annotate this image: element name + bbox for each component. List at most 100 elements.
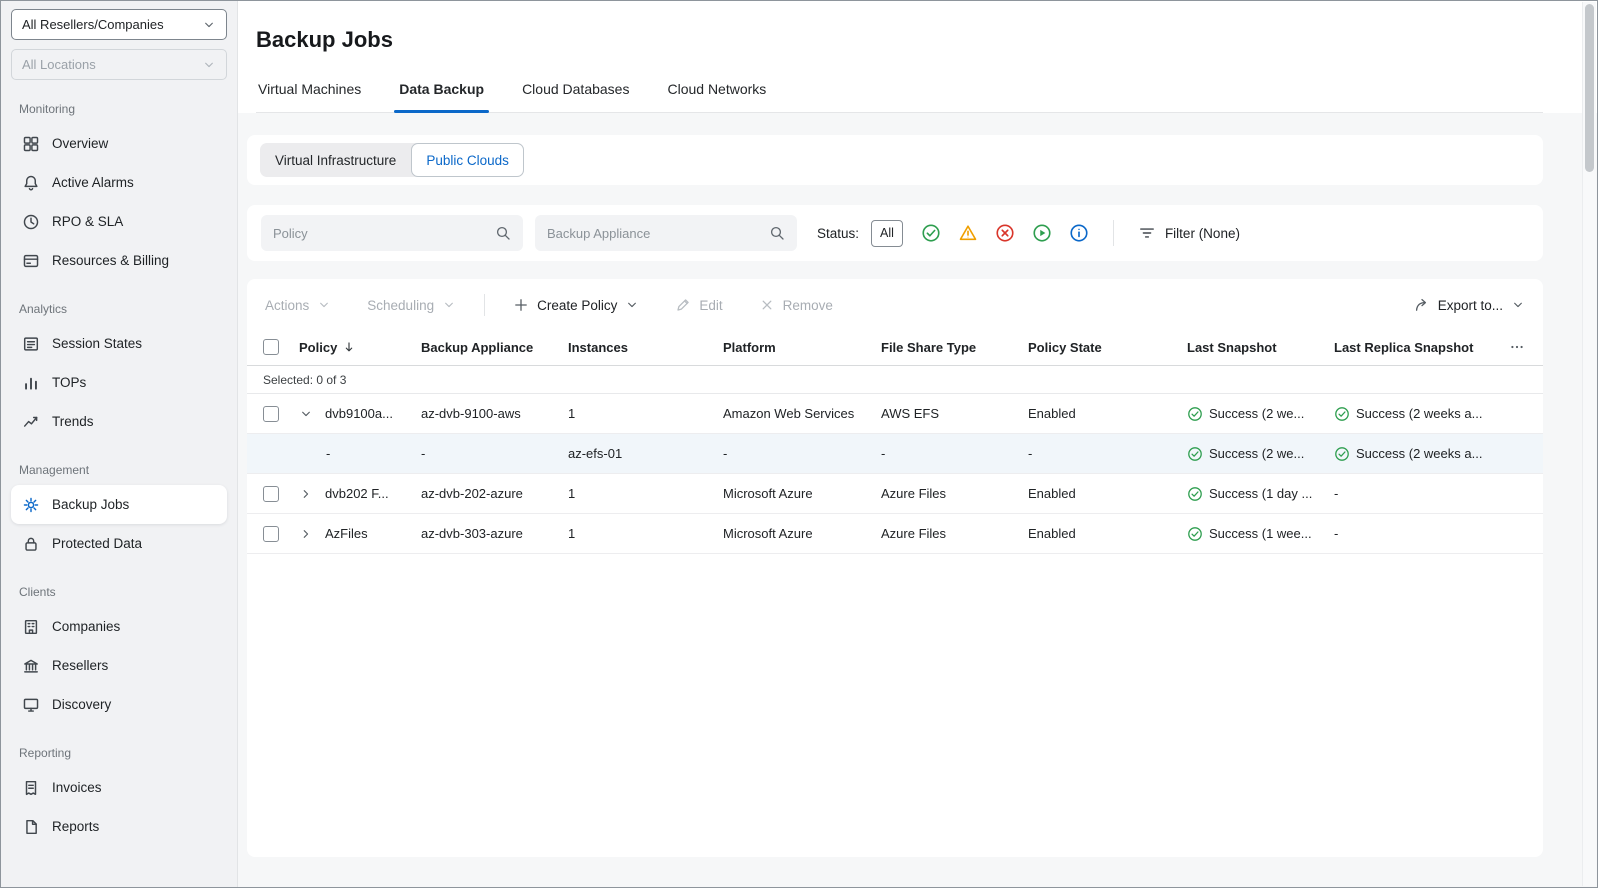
instances-cell: 1	[568, 486, 723, 501]
sidebar-item-label: Active Alarms	[52, 175, 134, 190]
column-header-backup-appliance[interactable]: Backup Appliance	[421, 340, 568, 355]
column-header-policy-state[interactable]: Policy State	[1028, 340, 1187, 355]
status-warning-filter-button[interactable]	[958, 223, 978, 243]
sidebar-item-label: Companies	[52, 619, 120, 634]
vertical-scrollbar[interactable]	[1582, 2, 1596, 886]
sidebar-item-overview[interactable]: Overview	[11, 124, 227, 163]
status-running-filter-button[interactable]	[1032, 223, 1052, 243]
backup-appliance-search	[535, 215, 797, 251]
scrollbar-thumb[interactable]	[1585, 4, 1594, 172]
main-area: Backup Jobs Virtual Machines Data Backup…	[238, 1, 1597, 887]
column-header-last-snapshot[interactable]: Last Snapshot	[1187, 340, 1334, 355]
row-checkbox[interactable]	[263, 526, 279, 542]
sidebar-item-active-alarms[interactable]: Active Alarms	[11, 163, 227, 202]
chevron-down-icon	[202, 58, 216, 72]
backup-appliance-cell: az-dvb-9100-aws	[421, 406, 568, 421]
filter-none-button[interactable]: Filter (None)	[1138, 224, 1240, 242]
sidebar-item-tops[interactable]: TOPs	[11, 363, 227, 402]
last-replica-text: Success (2 weeks a...	[1356, 446, 1482, 461]
toggle-virtual-infrastructure[interactable]: Virtual Infrastructure	[260, 143, 411, 177]
tab-cloud-networks[interactable]: Cloud Networks	[665, 81, 768, 112]
row-checkbox[interactable]	[263, 486, 279, 502]
sidebar-item-session-states[interactable]: Session States	[11, 324, 227, 363]
filter-none-label: Filter (None)	[1165, 226, 1240, 241]
sidebar-item-invoices[interactable]: Invoices	[11, 768, 227, 807]
status-info-filter-button[interactable]	[1069, 223, 1089, 243]
tab-bar: Virtual Machines Data Backup Cloud Datab…	[256, 81, 1543, 113]
table-row[interactable]: dvb202 F... az-dvb-202-azure 1 Microsoft…	[247, 474, 1543, 514]
status-success-filter-button[interactable]	[921, 223, 941, 243]
file-share-type-cell: Azure Files	[881, 486, 1028, 501]
infrastructure-toggle: Virtual Infrastructure Public Clouds	[260, 143, 524, 177]
sidebar-item-protected-data[interactable]: Protected Data	[11, 524, 227, 563]
ellipsis-icon	[1509, 339, 1525, 355]
policy-name: AzFiles	[325, 526, 368, 541]
sidebar-item-resources-billing[interactable]: Resources & Billing	[11, 241, 227, 280]
column-header-last-replica-snapshot[interactable]: Last Replica Snapshot	[1334, 340, 1512, 355]
chevron-down-icon	[299, 407, 313, 421]
column-options-button[interactable]	[1507, 337, 1527, 357]
expand-row-button[interactable]	[299, 487, 313, 501]
column-header-file-share-type[interactable]: File Share Type	[881, 340, 1028, 355]
instances-cell: 1	[568, 406, 723, 421]
trend-icon	[22, 413, 40, 431]
sidebar: All Resellers/Companies All Locations Mo…	[1, 1, 238, 887]
platform-cell: Amazon Web Services	[723, 406, 881, 421]
last-snapshot-text: Success (2 we...	[1209, 406, 1304, 421]
actions-button: Actions	[265, 298, 331, 313]
sidebar-item-discovery[interactable]: Discovery	[11, 685, 227, 724]
backup-appliance-search-input[interactable]	[547, 226, 761, 241]
row-checkbox[interactable]	[263, 406, 279, 422]
section-label-analytics: Analytics	[19, 302, 219, 316]
table-row[interactable]: dvb9100a... az-dvb-9100-aws 1 Amazon Web…	[247, 394, 1543, 434]
chevron-down-icon	[1511, 298, 1525, 312]
monitor-icon	[22, 696, 40, 714]
dashboard-icon	[22, 135, 40, 153]
sidebar-item-companies[interactable]: Companies	[11, 607, 227, 646]
sidebar-item-rpo-sla[interactable]: RPO & SLA	[11, 202, 227, 241]
last-snapshot-cell: Success (1 wee...	[1187, 526, 1334, 542]
x-circle-icon	[995, 223, 1015, 243]
sidebar-item-reports[interactable]: Reports	[11, 807, 227, 846]
column-header-policy[interactable]: Policy	[299, 340, 421, 355]
lock-icon	[22, 535, 40, 553]
section-label-reporting: Reporting	[19, 746, 219, 760]
sidebar-item-backup-jobs[interactable]: Backup Jobs	[11, 485, 227, 524]
policy-search-input[interactable]	[273, 226, 487, 241]
sidebar-item-trends[interactable]: Trends	[11, 402, 227, 441]
scheduling-button: Scheduling	[367, 298, 456, 313]
sidebar-item-resellers[interactable]: Resellers	[11, 646, 227, 685]
export-button[interactable]: Export to...	[1414, 297, 1525, 313]
sessions-icon	[22, 335, 40, 353]
create-policy-button[interactable]: Create Policy	[513, 297, 639, 313]
tab-data-backup[interactable]: Data Backup	[397, 81, 486, 112]
section-label-management: Management	[19, 463, 219, 477]
collapse-row-button[interactable]	[299, 407, 313, 421]
page-content: Virtual Infrastructure Public Clouds Sta…	[238, 113, 1597, 887]
backup-appliance-cell: az-dvb-303-azure	[421, 526, 568, 541]
edit-label: Edit	[699, 298, 722, 313]
billing-icon	[22, 252, 40, 270]
table-row-child[interactable]: - - az-efs-01 - - - Success (2 we... Suc…	[247, 434, 1543, 474]
view-toggle-card: Virtual Infrastructure Public Clouds	[247, 135, 1543, 185]
last-snapshot-cell: Success (2 we...	[1187, 406, 1334, 422]
table-row[interactable]: AzFiles az-dvb-303-azure 1 Microsoft Azu…	[247, 514, 1543, 554]
column-header-instances[interactable]: Instances	[568, 340, 723, 355]
select-all-checkbox[interactable]	[263, 339, 279, 355]
invoice-icon	[22, 779, 40, 797]
toggle-public-clouds[interactable]: Public Clouds	[411, 143, 524, 177]
status-error-filter-button[interactable]	[995, 223, 1015, 243]
chevron-right-icon	[299, 527, 313, 541]
scheduling-label: Scheduling	[367, 298, 434, 313]
reseller-company-select[interactable]: All Resellers/Companies	[11, 9, 227, 40]
expand-row-button[interactable]	[299, 527, 313, 541]
status-all-button[interactable]: All	[871, 220, 903, 247]
tab-cloud-databases[interactable]: Cloud Databases	[520, 81, 631, 112]
tab-virtual-machines[interactable]: Virtual Machines	[256, 81, 363, 112]
last-replica-snapshot-cell: -	[1334, 526, 1512, 541]
column-header-platform[interactable]: Platform	[723, 340, 881, 355]
clock-icon	[22, 213, 40, 231]
policy-name: dvb9100a...	[325, 406, 393, 421]
last-snapshot-text: Success (1 wee...	[1209, 526, 1312, 541]
success-check-icon	[1187, 526, 1203, 542]
